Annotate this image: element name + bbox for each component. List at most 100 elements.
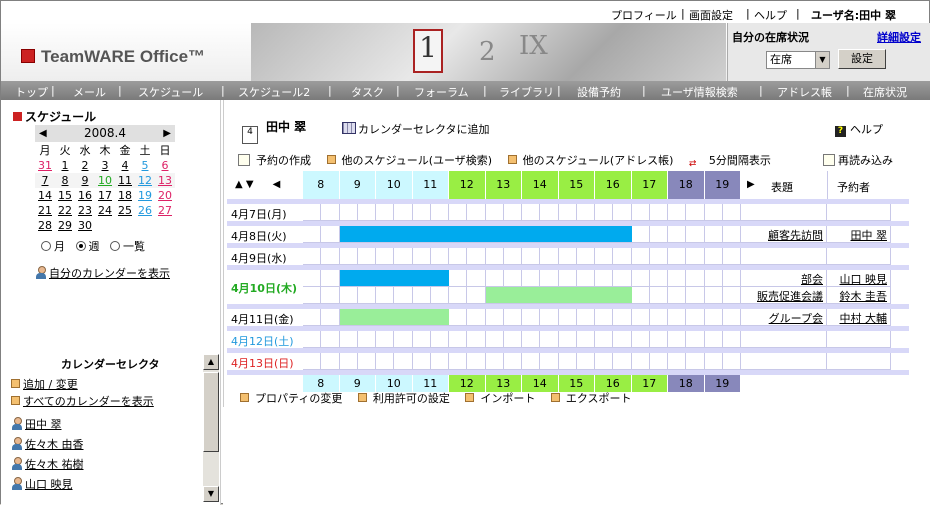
time-slot[interactable]: [649, 287, 668, 304]
time-slot[interactable]: [339, 248, 358, 265]
time-slot[interactable]: [467, 353, 486, 370]
selector-person-link[interactable]: 佐々木 祐樹: [11, 456, 84, 472]
time-slot[interactable]: [485, 248, 504, 265]
presence-set-button[interactable]: 設定: [838, 49, 886, 69]
time-slot[interactable]: [722, 353, 741, 370]
mini-calendar-day[interactable]: 9: [75, 173, 95, 188]
time-slot[interactable]: [686, 248, 705, 265]
time-slot[interactable]: [485, 353, 504, 370]
time-slot[interactable]: [649, 353, 668, 370]
time-slot[interactable]: [558, 270, 577, 287]
detail-settings-link[interactable]: 詳細設定: [877, 29, 921, 45]
event-bar[interactable]: [339, 309, 449, 325]
time-slot[interactable]: [485, 309, 504, 326]
time-slot[interactable]: [540, 270, 559, 287]
time-slot[interactable]: [686, 204, 705, 221]
time-slot[interactable]: [704, 331, 723, 348]
time-slot[interactable]: [595, 353, 614, 370]
time-slot[interactable]: [631, 204, 650, 221]
time-slot[interactable]: [595, 248, 614, 265]
event-booker-link[interactable]: 中村 大輔: [827, 310, 888, 326]
time-slot[interactable]: [722, 226, 741, 243]
time-slot[interactable]: [303, 248, 322, 265]
time-slot[interactable]: [613, 309, 632, 326]
time-slot[interactable]: [430, 248, 449, 265]
mini-calendar-day[interactable]: 14: [35, 188, 55, 203]
time-slot[interactable]: [558, 309, 577, 326]
mini-calendar-day[interactable]: 19: [135, 188, 155, 203]
time-slot[interactable]: [449, 331, 468, 348]
time-slot[interactable]: [686, 331, 705, 348]
time-slot[interactable]: [686, 309, 705, 326]
time-slot[interactable]: [394, 248, 413, 265]
other-schedule-user-link[interactable]: 他のスケジュール(ユーザ検索): [326, 154, 499, 167]
time-slot[interactable]: [394, 353, 413, 370]
event-title-link[interactable]: グループ会: [741, 310, 823, 326]
time-slot[interactable]: [558, 331, 577, 348]
time-slot[interactable]: [613, 331, 632, 348]
time-slot[interactable]: [412, 331, 431, 348]
time-slot[interactable]: [321, 226, 340, 243]
nav-top[interactable]: トップ: [15, 84, 48, 100]
day-row[interactable]: 4月7日(月): [227, 204, 909, 221]
time-slot[interactable]: [576, 331, 595, 348]
time-slot[interactable]: [540, 248, 559, 265]
mini-calendar-day[interactable]: 16: [75, 188, 95, 203]
time-slot[interactable]: [449, 204, 468, 221]
scroll-left-icon[interactable]: ◀: [273, 179, 281, 190]
time-slot[interactable]: [321, 309, 340, 326]
permission-settings-link[interactable]: 利用許可の設定: [357, 392, 456, 405]
time-slot[interactable]: [303, 287, 322, 304]
reload-link[interactable]: 再読み込み: [823, 152, 893, 168]
mini-calendar-day[interactable]: 18: [115, 188, 135, 203]
mini-calendar-day[interactable]: 17: [95, 188, 115, 203]
selector-add-change-link[interactable]: 追加 / 変更: [11, 376, 78, 392]
time-slot[interactable]: [303, 270, 322, 287]
time-slot[interactable]: [321, 248, 340, 265]
time-slot[interactable]: [686, 353, 705, 370]
mini-calendar-day[interactable]: 26: [135, 203, 155, 218]
time-slot[interactable]: [576, 270, 595, 287]
time-slot[interactable]: [503, 270, 522, 287]
time-slot[interactable]: [595, 270, 614, 287]
time-slot[interactable]: [303, 204, 322, 221]
time-slot[interactable]: [631, 287, 650, 304]
time-slot[interactable]: [430, 353, 449, 370]
time-slot[interactable]: [394, 331, 413, 348]
add-to-selector-link[interactable]: カレンダーセレクタに追加: [342, 121, 490, 137]
time-slot[interactable]: [503, 309, 522, 326]
event-booker-link[interactable]: 山口 映見: [827, 271, 888, 287]
time-slot[interactable]: [321, 270, 340, 287]
time-slot[interactable]: [613, 270, 632, 287]
time-slot[interactable]: [649, 270, 668, 287]
time-slot[interactable]: [576, 353, 595, 370]
nav-task[interactable]: タスク: [351, 84, 384, 100]
time-slot[interactable]: [430, 204, 449, 221]
mini-calendar-day[interactable]: 2: [75, 158, 95, 173]
mini-calendar-day[interactable]: 10: [95, 173, 115, 188]
time-slot[interactable]: [339, 353, 358, 370]
time-slot[interactable]: [430, 331, 449, 348]
time-slot[interactable]: [722, 248, 741, 265]
time-slot[interactable]: [321, 331, 340, 348]
mini-calendar-day[interactable]: 27: [155, 203, 175, 218]
time-slot[interactable]: [649, 248, 668, 265]
time-slot[interactable]: [503, 248, 522, 265]
time-slot[interactable]: [649, 331, 668, 348]
time-slot[interactable]: [540, 353, 559, 370]
day-row[interactable]: 4月13日(日): [227, 353, 909, 370]
time-slot[interactable]: [613, 248, 632, 265]
selector-person-link[interactable]: 山口 映見: [11, 476, 73, 492]
time-slot[interactable]: [467, 248, 486, 265]
time-slot[interactable]: [339, 287, 358, 304]
day-row[interactable]: 4月12日(土): [227, 331, 909, 348]
mini-calendar-day[interactable]: 6: [155, 158, 175, 173]
event-bar[interactable]: [339, 270, 449, 286]
time-slot[interactable]: [704, 309, 723, 326]
time-slot[interactable]: [540, 204, 559, 221]
time-slot[interactable]: [303, 309, 322, 326]
time-slot[interactable]: [430, 287, 449, 304]
time-slot[interactable]: [704, 287, 723, 304]
time-slot[interactable]: [503, 353, 522, 370]
time-slot[interactable]: [668, 353, 687, 370]
